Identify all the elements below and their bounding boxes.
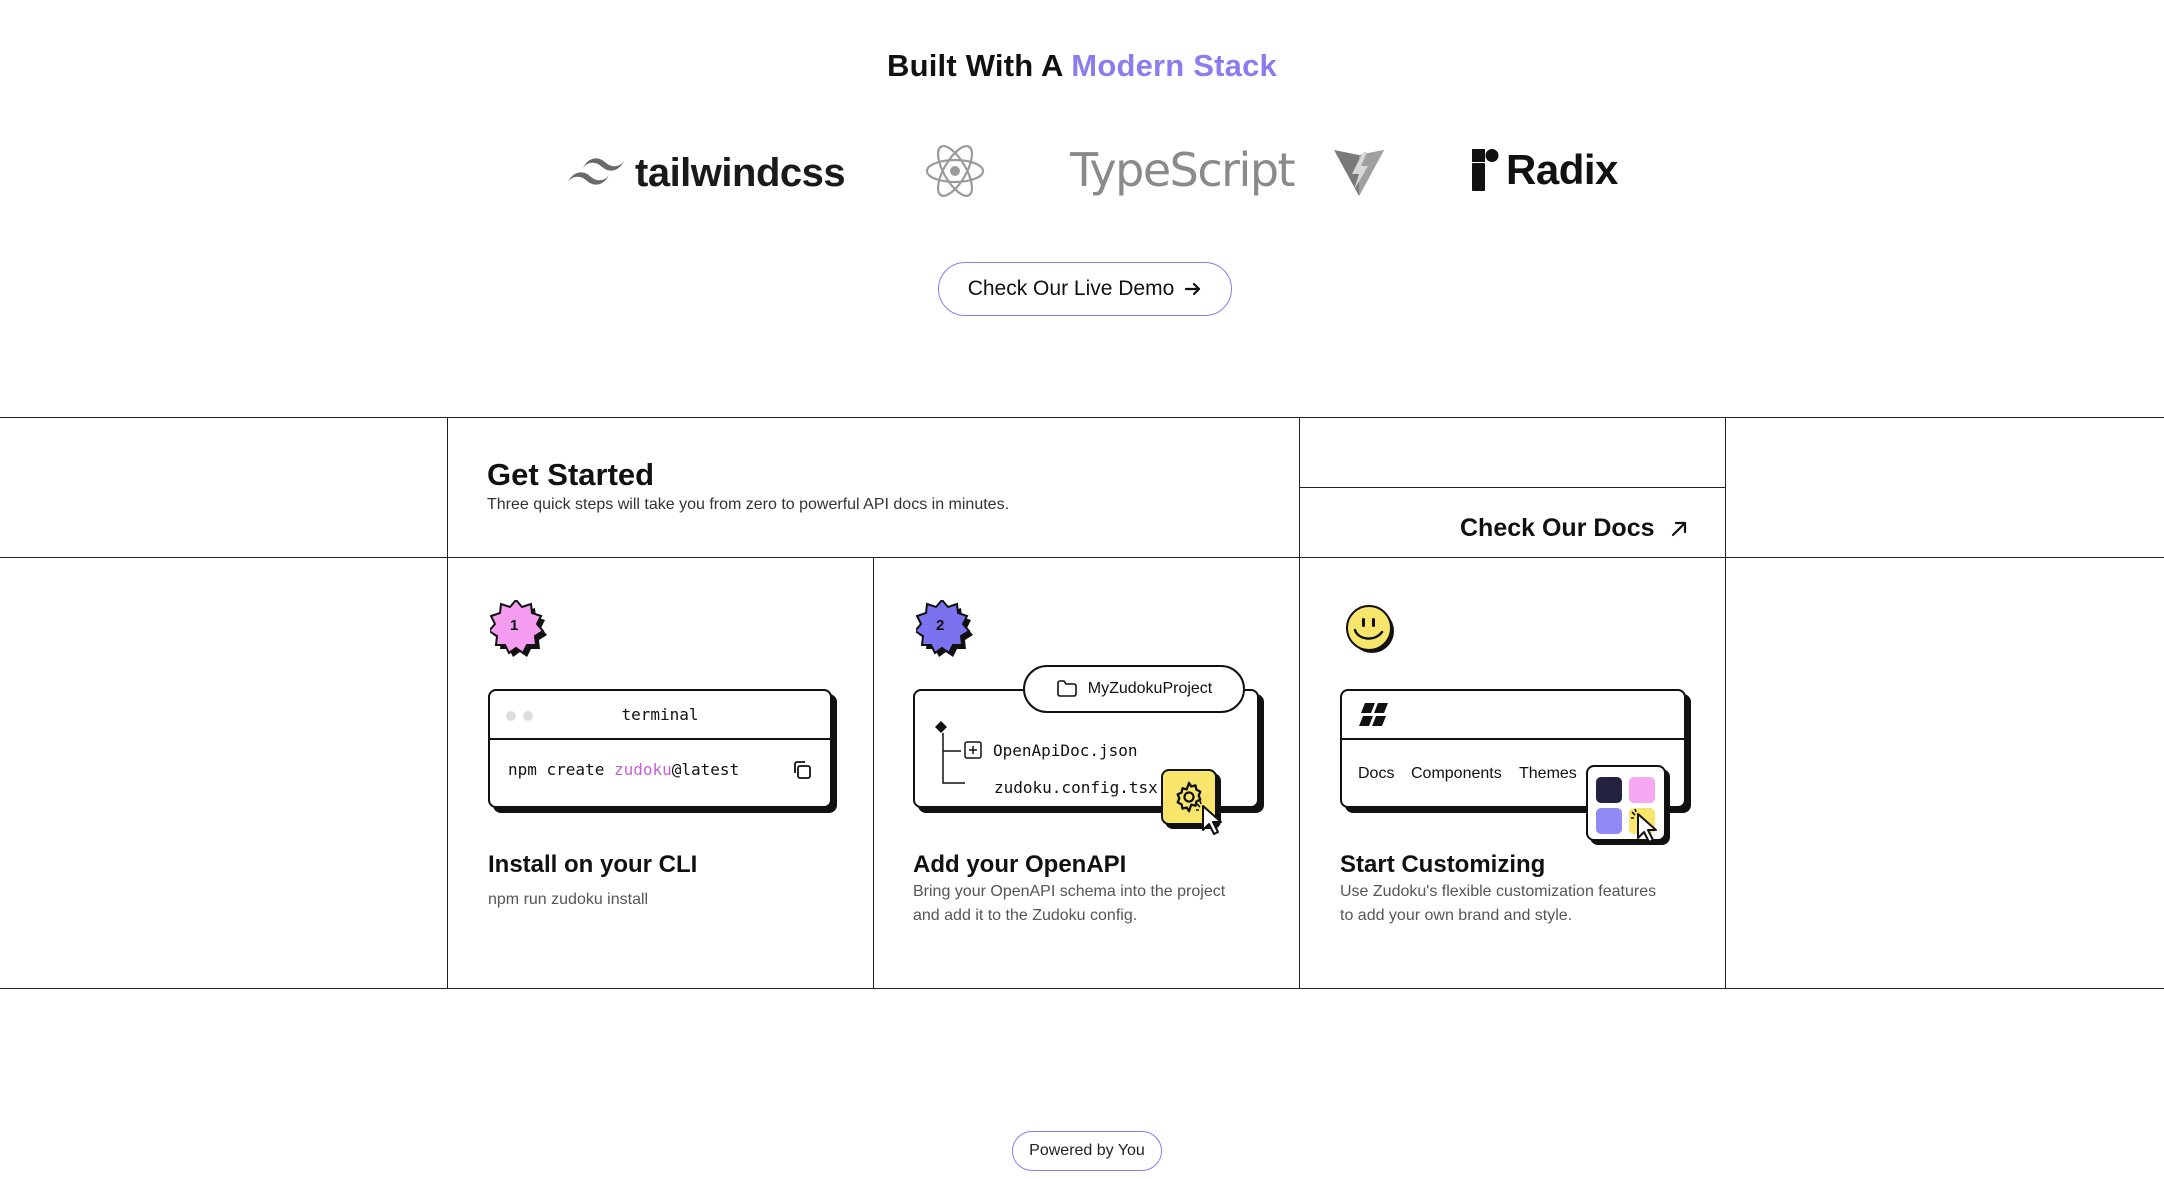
swatch-dark [1596,777,1622,803]
add-file-icon [964,741,982,759]
get-started-title: Get Started [487,457,655,492]
command-prefix: npm create [508,760,614,779]
grid-line-col-3 [1299,417,1300,989]
copy-icon[interactable] [791,759,813,781]
logo-row: tailwindcss TypeScript Radix [560,138,1620,208]
vite-icon [1334,150,1384,196]
swatch-purple [1596,808,1622,834]
card-3-desc: Use Zudoku's flexible customization feat… [1340,880,1656,928]
tab-docs[interactable]: Docs [1358,765,1394,783]
card-2-desc-line-1: Bring your OpenAPI schema into the proje… [913,883,1226,900]
arrow-right-icon [1185,282,1201,296]
cursor-icon [1631,808,1657,843]
live-demo-label: Check Our Live Demo [967,277,1175,300]
tailwind-icon [568,158,624,185]
step-2-badge: 2 [913,598,978,667]
stack-title-prefix: Built With A [887,48,1063,83]
typescript-logo: TypeScript [1070,138,1296,202]
step-1-number: 1 [510,617,519,634]
card-3-title: Start Customizing [1340,851,1546,878]
theme-panel-header [1342,691,1684,740]
card-2-desc-line-2: and add it to the Zudoku config. [913,907,1138,924]
file-tree-lines [935,721,965,784]
project-folder-pill[interactable]: MyZudokuProject [1023,665,1245,713]
terminal-header: terminal [490,691,830,740]
command-highlight: zudoku [613,760,672,779]
card-1-desc: npm run zudoku install [488,891,649,908]
tab-components[interactable]: Components [1411,765,1502,783]
react-logo [924,142,986,200]
check-docs-label: Check Our Docs [1460,514,1655,542]
badge-star-icon [913,598,973,657]
tailwindcss-logo: tailwindcss [567,138,846,208]
file-zudoku-config: zudoku.config.tsx [994,778,1158,797]
command-suffix: @latest [671,760,740,779]
terminal-command[interactable]: npm create zudoku@latest [508,760,739,779]
tab-themes[interactable]: Themes [1519,765,1577,783]
grid-line-middle [0,557,2164,558]
radix-label: Radix [1506,146,1618,193]
get-started-subtitle: Three quick steps will take you from zer… [487,496,1010,513]
tailwindcss-label: tailwindcss [635,150,846,195]
grid-line-top [0,417,2164,418]
grid-line-col-4 [1725,417,1726,989]
vite-logo [1332,146,1386,198]
card-1-title: Install on your CLI [488,851,698,878]
terminal-label: terminal [621,705,699,724]
swatch-pink [1629,777,1655,803]
card-3-desc-line-1: Use Zudoku's flexible customization feat… [1340,883,1657,900]
badge-star-icon [487,598,547,657]
terminal-panel: terminal npm create zudoku@latest [488,689,832,808]
cursor-icon [1196,800,1222,835]
arrow-up-right-icon [1671,521,1686,536]
smiley-icon [1346,605,1394,653]
step-1-badge: 1 [487,598,552,667]
zudoku-logo-icon [1359,703,1388,726]
check-docs-link[interactable]: Check Our Docs [1460,514,1689,543]
step-2-number: 2 [936,617,945,634]
card-2-desc: Bring your OpenAPI schema into the proje… [913,880,1225,928]
docs-cell-divider [1299,487,1725,488]
grid-line-col-1 [447,417,448,989]
live-demo-button[interactable]: Check Our Live Demo [938,262,1232,316]
typescript-label: TypeScript [1070,143,1296,197]
stack-title: Built With A Modern Stack [0,48,2164,84]
card-3-desc-line-2: to add your own brand and style. [1340,907,1573,924]
project-name: MyZudokuProject [1087,680,1213,697]
grid-line-col-2 [873,557,874,989]
powered-by-badge[interactable]: Powered by You [1012,1131,1162,1171]
radix-logo: Radix [1470,138,1618,202]
stack-title-accent: Modern Stack [1071,48,1277,83]
file-openapi: OpenApiDoc.json [993,741,1138,760]
radix-icon [1472,149,1499,191]
card-2-title: Add your OpenAPI [913,851,1127,878]
react-icon [925,145,985,197]
powered-by-label: Powered by You [1029,1142,1145,1159]
folder-icon [1056,680,1077,697]
grid-line-bottom [0,988,2164,989]
